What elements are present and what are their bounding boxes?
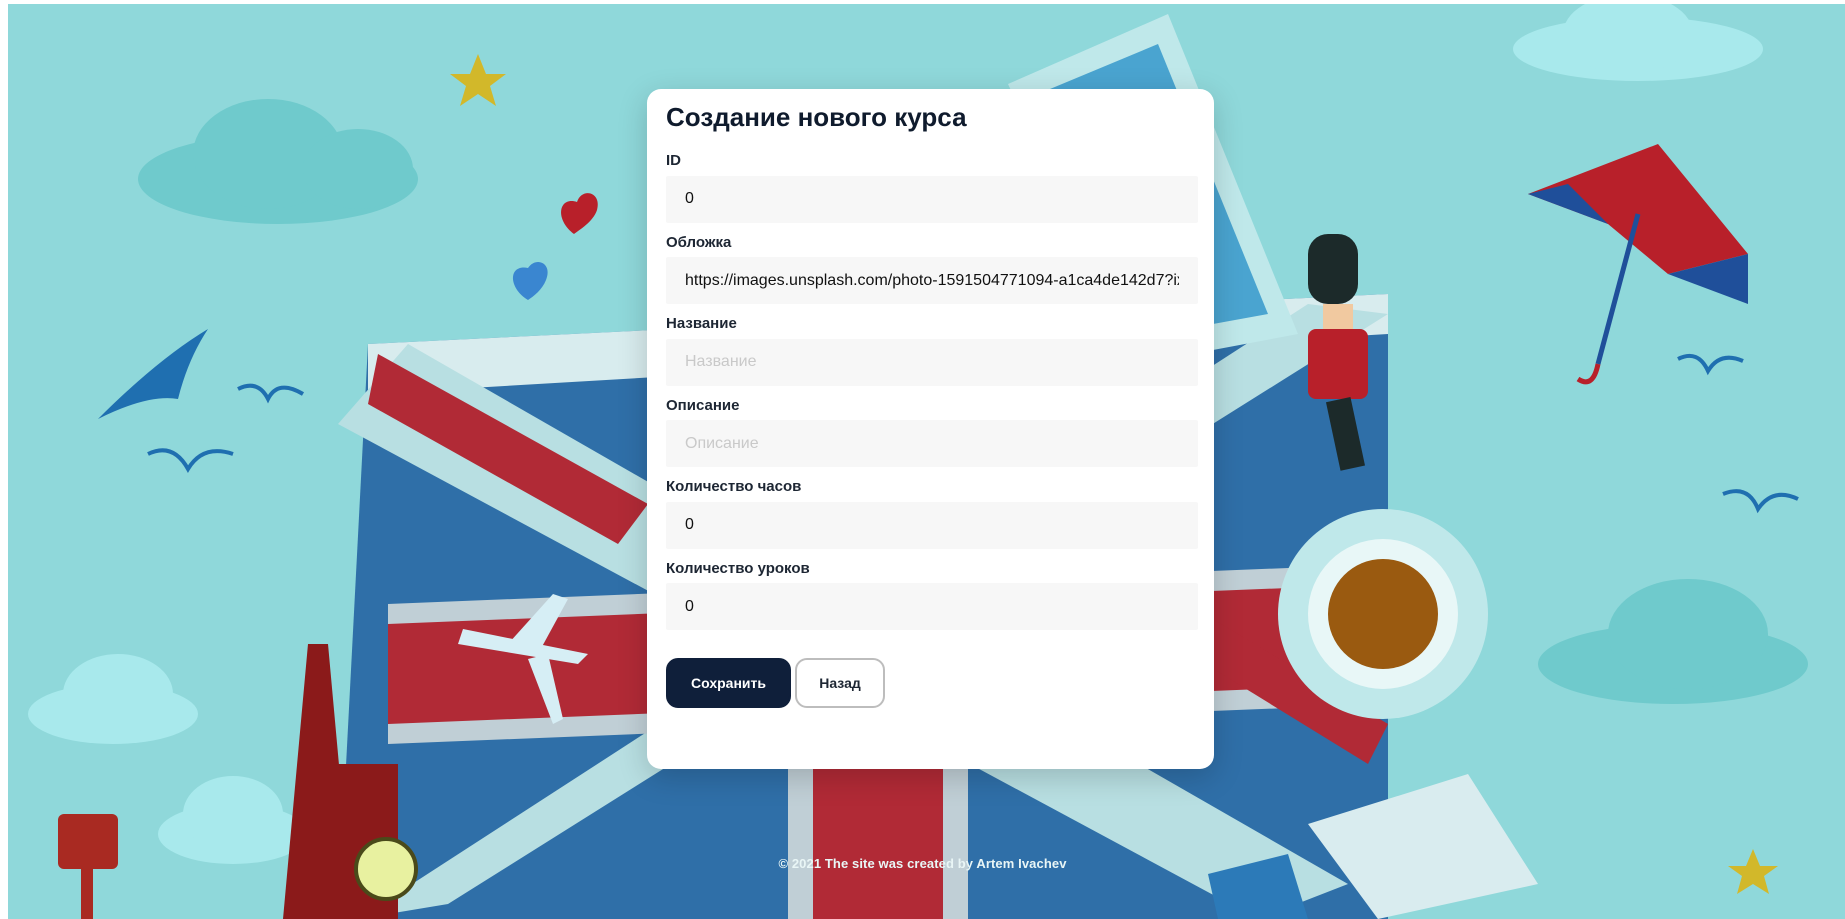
cover-label: Обложка — [666, 233, 732, 251]
star-icon — [450, 54, 506, 106]
heart-icon — [513, 261, 548, 300]
create-course-form: Создание нового курса ID Обложка Названи… — [647, 89, 1214, 769]
description-field-group: Описание — [666, 396, 1198, 468]
name-input[interactable] — [666, 338, 1198, 386]
bird-icon — [1677, 354, 1744, 376]
save-button[interactable]: Сохранить — [666, 658, 791, 709]
id-field-group: ID — [666, 153, 1198, 223]
id-input[interactable] — [666, 175, 1198, 223]
heart-icon — [561, 193, 598, 234]
hours-input[interactable] — [666, 501, 1198, 549]
cloud-icon — [28, 654, 198, 744]
description-input[interactable] — [666, 420, 1198, 468]
hours-label: Количество часов — [666, 478, 802, 496]
page-title: Создание нового курса — [666, 102, 967, 132]
bird-icon — [147, 448, 234, 473]
cover-field-group: Обложка — [666, 233, 1198, 305]
bird-icon — [98, 329, 208, 419]
name-field-group: Название — [666, 316, 1198, 386]
tea-cup-icon — [1278, 509, 1488, 719]
lessons-input[interactable] — [666, 583, 1198, 631]
hours-field-group: Количество часов — [666, 479, 1198, 549]
lessons-field-group: Количество уроков — [666, 559, 1198, 631]
description-label: Описание — [666, 396, 740, 414]
bird-icon — [237, 383, 305, 404]
umbrella-icon — [1528, 144, 1748, 385]
cloud-icon — [158, 776, 308, 864]
lessons-label: Количество уроков — [666, 559, 810, 577]
back-button[interactable]: Назад — [795, 658, 885, 709]
cover-input[interactable] — [666, 257, 1198, 305]
cloud-icon — [1513, 4, 1763, 81]
name-label: Название — [666, 315, 737, 333]
id-label: ID — [666, 152, 681, 170]
bird-icon — [1722, 489, 1799, 514]
footer-copyright: © 2021 The site was created by Artem Iva… — [778, 856, 1067, 871]
cloud-icon — [138, 99, 418, 224]
form-actions: Сохранить Назад — [666, 658, 1198, 709]
cloud-icon — [1538, 579, 1808, 704]
